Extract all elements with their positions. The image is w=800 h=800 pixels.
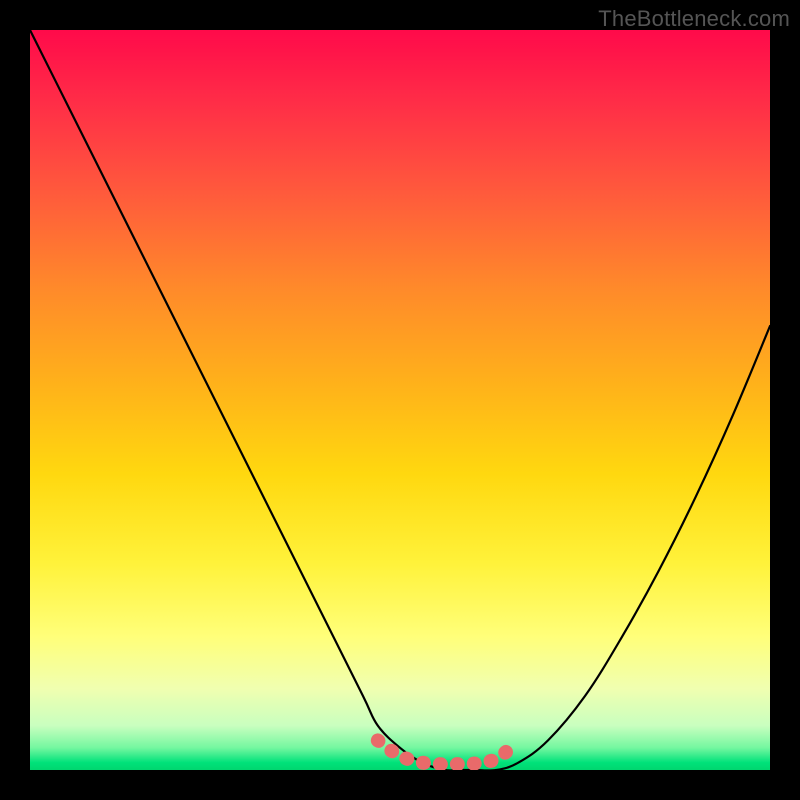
optimal-zone-curve	[378, 740, 511, 764]
watermark-text: TheBottleneck.com	[598, 6, 790, 32]
chart-svg	[30, 30, 770, 770]
bottleneck-curve	[30, 30, 770, 770]
chart-area	[30, 30, 770, 770]
